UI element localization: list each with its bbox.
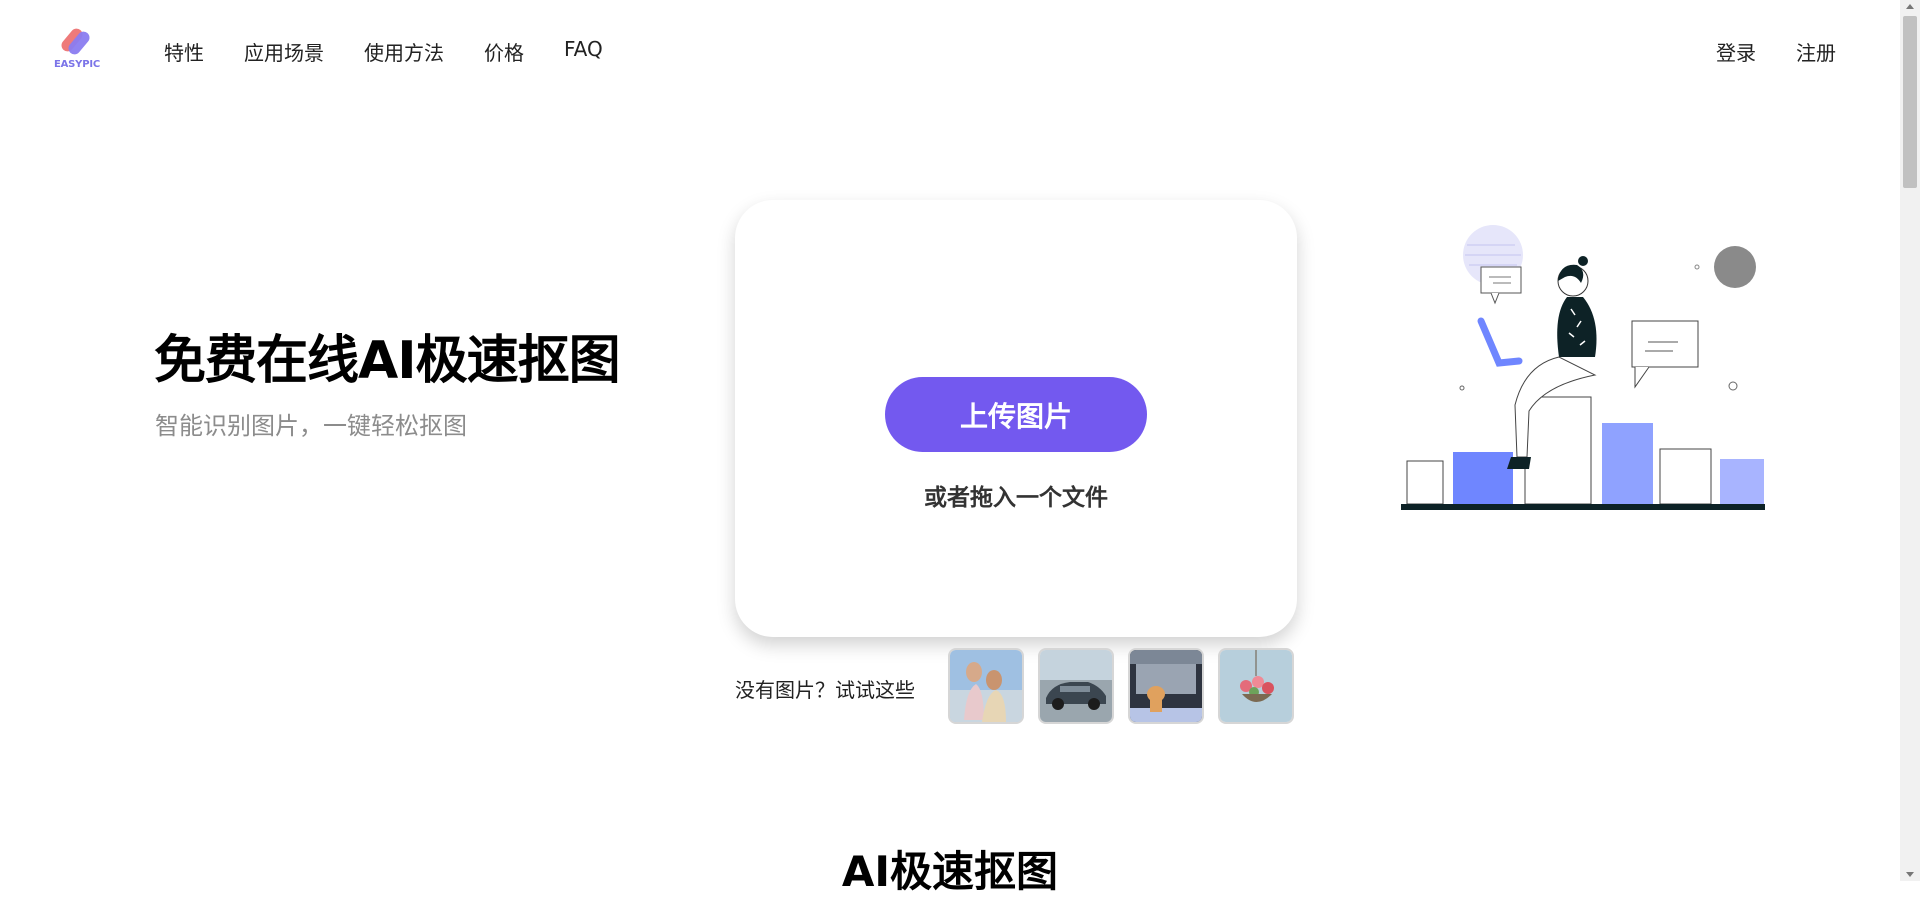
- scrollbar[interactable]: [1900, 0, 1920, 881]
- logo[interactable]: EASYPIC: [54, 24, 101, 72]
- cat-in-car-image: [1130, 650, 1202, 722]
- upload-image-button[interactable]: 上传图片: [885, 377, 1147, 452]
- sample-thumb-women[interactable]: [948, 648, 1024, 724]
- nav-item-usage[interactable]: 使用方法: [364, 37, 444, 66]
- hero-subtitle: 智能识别图片，一键轻松抠图: [155, 412, 467, 440]
- flower-basket-image: [1220, 650, 1292, 722]
- logo-icon: [61, 28, 90, 55]
- register-link[interactable]: 注册: [1796, 37, 1836, 66]
- scroll-up-icon[interactable]: [1906, 4, 1914, 9]
- main-nav: 特性 应用场景 使用方法 价格 FAQ: [164, 37, 603, 66]
- samples-label: 没有图片？试试这些: [735, 678, 915, 702]
- hero-illustration: [1395, 225, 1775, 515]
- sample-thumb-cat[interactable]: [1128, 648, 1204, 724]
- sample-thumb-flowers[interactable]: [1218, 648, 1294, 724]
- nav-item-faq[interactable]: FAQ: [564, 37, 603, 66]
- sample-images: 没有图片？试试这些: [735, 648, 1297, 728]
- nav-item-pricing[interactable]: 价格: [484, 37, 524, 66]
- scrollbar-thumb[interactable]: [1903, 16, 1917, 188]
- upload-dropzone[interactable]: 上传图片 或者拖入一个文件: [735, 200, 1297, 637]
- auth-links: 登录 注册: [1716, 37, 1836, 66]
- sample-thumb-car[interactable]: [1038, 648, 1114, 724]
- nav-item-scenarios[interactable]: 应用场景: [244, 37, 324, 66]
- logo-text: EASYPIC: [54, 59, 101, 70]
- login-link[interactable]: 登录: [1716, 37, 1756, 66]
- person-with-laptop-illustration: [1401, 225, 1765, 510]
- header: EASYPIC 特性 应用场景 使用方法 价格 FAQ 登录 注册: [0, 0, 1900, 102]
- drag-drop-hint: 或者拖入一个文件: [924, 485, 1108, 511]
- scroll-down-icon[interactable]: [1906, 872, 1914, 877]
- hero-title: 免费在线AI极速抠图: [154, 331, 621, 391]
- car-image: [1040, 650, 1112, 722]
- nav-item-features[interactable]: 特性: [164, 37, 204, 66]
- section-title: AI极速抠图: [841, 847, 1059, 896]
- women-portrait-image: [950, 650, 1022, 722]
